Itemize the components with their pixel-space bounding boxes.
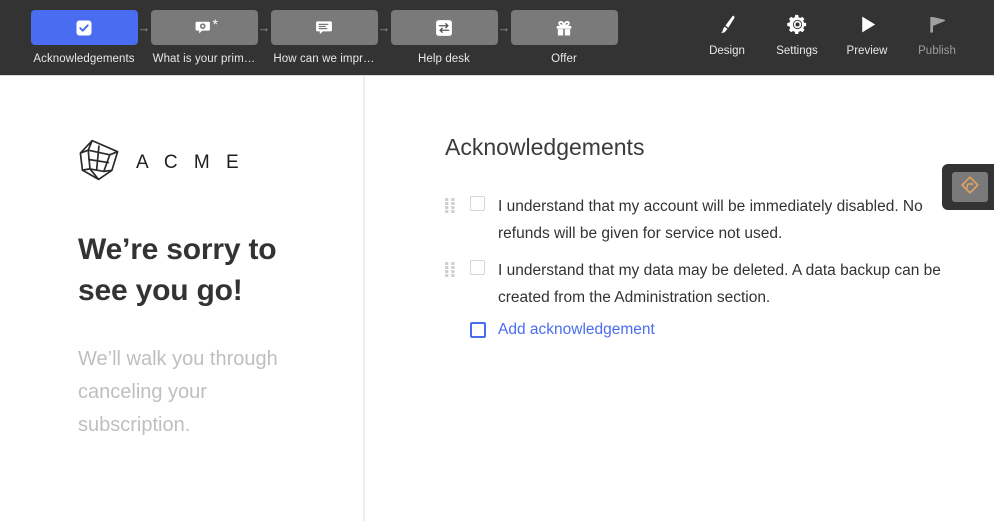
- redirect-icon: [434, 18, 454, 38]
- settings-label: Settings: [776, 45, 818, 57]
- acknowledgement-text[interactable]: I understand that my data may be deleted…: [498, 257, 954, 311]
- survey-right-panel: Acknowledgements I understand that my ac…: [365, 76, 994, 521]
- survey-left-panel: A C M E We’re sorry to see you go! We’ll…: [0, 76, 365, 521]
- logic-button-surface[interactable]: [952, 172, 988, 202]
- page-subline: We’ll walk you through canceling your su…: [78, 348, 278, 436]
- design-button[interactable]: Design: [692, 12, 762, 57]
- design-label: Design: [709, 45, 745, 57]
- step-tile[interactable]: [30, 10, 138, 45]
- drag-handle-icon[interactable]: [445, 262, 456, 277]
- step-label: What is your prim…: [152, 53, 256, 65]
- megaphone-icon: [926, 12, 949, 36]
- multiple-choice-icon: [194, 18, 214, 38]
- gift-icon: [554, 18, 574, 38]
- gear-icon: [786, 12, 809, 36]
- acknowledgement-checkbox[interactable]: [470, 196, 485, 211]
- step-tile[interactable]: [390, 10, 498, 45]
- step-item-acknowledgements[interactable]: Acknowledgements: [24, 10, 144, 65]
- preview-label: Preview: [846, 45, 888, 57]
- step-label: How can we impr…: [273, 53, 375, 65]
- survey-step-strip: Acknowledgements → * What is your prim… …: [0, 0, 624, 65]
- toolbar-actions: Design Settings Preview Publish: [692, 0, 994, 57]
- acknowledgement-checkbox[interactable]: [470, 260, 485, 275]
- drag-handle-icon[interactable]: [445, 198, 456, 213]
- step-tile[interactable]: [270, 10, 378, 45]
- add-acknowledgement-button[interactable]: Add acknowledgement: [470, 321, 954, 339]
- step-item-primary-reason[interactable]: * What is your prim…: [144, 10, 264, 65]
- required-asterisk: *: [212, 16, 218, 32]
- publish-button[interactable]: Publish: [902, 12, 972, 57]
- list-item[interactable]: I understand that my account will be imm…: [445, 193, 954, 247]
- step-label: Help desk: [417, 53, 471, 65]
- brush-icon: [716, 12, 739, 36]
- step-item-help-desk[interactable]: Help desk: [384, 10, 504, 65]
- step-item-improve[interactable]: How can we impr…: [264, 10, 384, 65]
- brand-name: A C M E: [136, 151, 245, 173]
- step-tile[interactable]: *: [150, 10, 258, 45]
- logic-branch-icon: [960, 175, 980, 200]
- logic-button[interactable]: [942, 164, 994, 210]
- acknowledgement-list: I understand that my account will be imm…: [445, 193, 954, 339]
- brand-block: A C M E: [78, 138, 363, 187]
- page-title: Acknowledgements: [445, 134, 645, 160]
- step-tile[interactable]: [510, 10, 618, 45]
- open-text-icon: [314, 18, 334, 38]
- top-toolbar: Acknowledgements → * What is your prim… …: [0, 0, 994, 76]
- step-item-offer[interactable]: Offer: [504, 10, 624, 65]
- add-acknowledgement-label: Add acknowledgement: [498, 321, 655, 338]
- preview-button[interactable]: Preview: [832, 12, 902, 57]
- page-headline: We’re sorry to see you go!: [78, 233, 277, 307]
- list-item[interactable]: I understand that my data may be deleted…: [445, 257, 954, 311]
- checkbox-icon: [74, 18, 94, 38]
- publish-label: Publish: [918, 45, 956, 57]
- survey-canvas: A C M E We’re sorry to see you go! We’ll…: [0, 76, 994, 521]
- step-label: Offer: [551, 53, 577, 65]
- acme-polyhedron-logo: [78, 138, 120, 187]
- step-label: Acknowledgements: [33, 53, 135, 65]
- settings-button[interactable]: Settings: [762, 12, 832, 57]
- empty-checkbox-icon: [470, 322, 486, 338]
- play-icon: [856, 12, 879, 36]
- acknowledgement-text[interactable]: I understand that my account will be imm…: [498, 193, 954, 247]
